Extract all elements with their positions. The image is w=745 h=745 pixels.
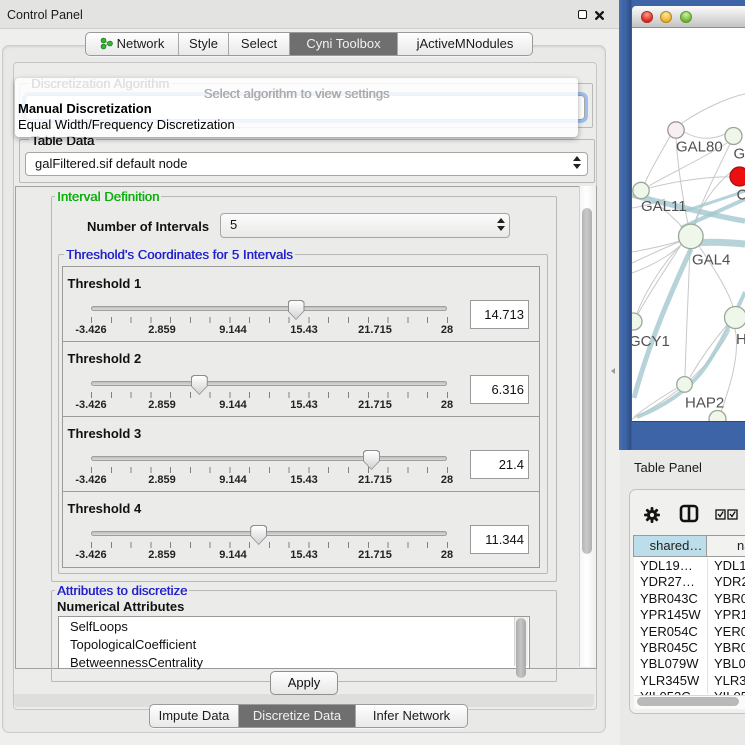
svg-text:HAP2: HAP2 <box>685 395 724 412</box>
svg-text:HI: HI <box>736 331 745 348</box>
svg-text:GCY1: GCY1 <box>632 333 670 350</box>
svg-text:GAL11: GAL11 <box>641 198 687 215</box>
svg-text:GA: GA <box>734 146 745 163</box>
svg-text:CY: CY <box>737 187 745 204</box>
svg-text:GAL4: GAL4 <box>692 252 730 269</box>
svg-text:GAL80: GAL80 <box>676 139 723 156</box>
